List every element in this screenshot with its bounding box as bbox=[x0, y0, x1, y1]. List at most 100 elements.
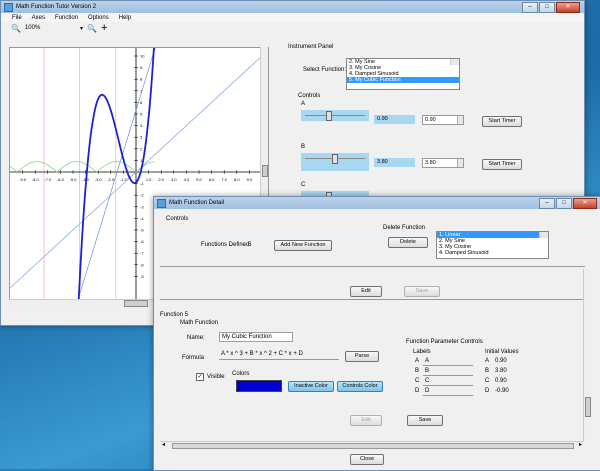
control-a-start-timer-button[interactable]: Start Timer bbox=[482, 116, 522, 127]
scroll-right-icon[interactable]: ▸ bbox=[579, 441, 582, 448]
select-function-list[interactable]: 2. My Sine 3. My Cosine 4. Damped Sinuso… bbox=[346, 58, 460, 90]
function-color-swatch[interactable] bbox=[236, 380, 282, 392]
close-icon[interactable]: ✕ bbox=[573, 198, 597, 209]
param-label-underline bbox=[423, 375, 473, 376]
y-tick-label: 10 bbox=[140, 54, 145, 59]
y-tick-label: -8 bbox=[140, 262, 144, 267]
save-button[interactable]: Save bbox=[404, 286, 440, 297]
x-tick-label: 9.0 bbox=[247, 177, 253, 182]
slider-thumb[interactable] bbox=[326, 111, 333, 121]
x-tick-label: -8.0 bbox=[32, 177, 40, 182]
param-label-underline bbox=[423, 385, 473, 386]
param-b-initial-value: 3.80 bbox=[495, 368, 507, 374]
math-function-label: Math Function bbox=[180, 320, 219, 326]
parse-button[interactable]: Parse bbox=[345, 351, 379, 362]
maximize-icon[interactable]: □ bbox=[539, 2, 555, 13]
visible-checkbox[interactable]: ✓ bbox=[196, 373, 204, 381]
detail-hscroll-thumb[interactable] bbox=[172, 443, 574, 449]
visible-label: Visible bbox=[207, 374, 225, 380]
sine-curve bbox=[10, 161, 155, 173]
maximize-icon[interactable]: □ bbox=[556, 198, 572, 209]
param-d-label-value: D bbox=[425, 388, 430, 394]
x-tick-label: 5.0 bbox=[196, 177, 202, 182]
zoom-in-icon[interactable]: 🔍 bbox=[87, 24, 97, 33]
functions-defined-label: Functions Defined: bbox=[201, 242, 252, 248]
param-c-initial-name: C bbox=[485, 378, 490, 384]
menu-file[interactable]: File bbox=[12, 15, 22, 21]
delete-button[interactable]: Delete bbox=[388, 237, 428, 248]
graph-vscroll-thumb[interactable] bbox=[262, 165, 268, 177]
slider-thumb[interactable] bbox=[331, 154, 338, 164]
y-tick-label: 2 bbox=[140, 146, 143, 151]
labels-header: Labels bbox=[413, 349, 431, 355]
param-c-name: C bbox=[415, 378, 420, 384]
menu-help[interactable]: Help bbox=[119, 15, 131, 21]
chevron-down-icon: ▾ bbox=[79, 25, 83, 32]
function-option-selected[interactable]: 5. My Cubic Function bbox=[347, 77, 459, 83]
control-b-start-timer-button[interactable]: Start Timer bbox=[482, 159, 522, 170]
detail-hscroll[interactable]: ◂ ▸ bbox=[160, 441, 584, 449]
initial-values-header: Initial Values bbox=[485, 349, 519, 355]
control-b-value: 3.80 bbox=[374, 158, 415, 167]
select-function-label: Select Function: bbox=[303, 67, 347, 73]
x-tick-label: -6.0 bbox=[57, 177, 65, 182]
y-tick-label: -9 bbox=[140, 274, 144, 279]
param-label-underline bbox=[423, 395, 473, 396]
inactive-linear-curve bbox=[77, 48, 156, 300]
add-new-function-button[interactable]: Add New Function bbox=[274, 240, 332, 251]
detail-title: Math Function Detail bbox=[169, 200, 225, 206]
y-tick-label: -3 bbox=[140, 204, 144, 209]
colors-label: Colors bbox=[232, 371, 250, 377]
formula-label: Formula bbox=[182, 355, 205, 361]
param-b-name: B bbox=[415, 368, 420, 374]
delete-option[interactable]: 4. Damped Sinusoid bbox=[437, 250, 548, 256]
edit-button-2[interactable]: Edit bbox=[350, 415, 382, 426]
minimize-icon[interactable]: – bbox=[522, 2, 538, 13]
detail-controls-label: Controls bbox=[166, 216, 189, 222]
menu-axes[interactable]: Axes bbox=[32, 15, 45, 21]
y-tick-label: -7 bbox=[140, 251, 144, 256]
menu-function[interactable]: Function bbox=[55, 15, 78, 21]
tutor-titlebar[interactable]: Math Function Tutor Version 2 – □ ✕ bbox=[1, 1, 584, 13]
control-b-stepper[interactable]: 3.80 bbox=[422, 158, 464, 168]
close-button[interactable]: Close bbox=[350, 454, 384, 465]
crosshair-icon[interactable]: + bbox=[101, 23, 107, 34]
delete-function-list[interactable]: 1. Linear 2. My Sine 3. My Cosine 4. Dam… bbox=[436, 231, 549, 259]
menu-options[interactable]: Options bbox=[88, 15, 109, 21]
inactive-color-button[interactable]: Inactive Color bbox=[288, 381, 334, 392]
scroll-left-icon[interactable]: ◂ bbox=[162, 441, 165, 448]
function-list-scrollbar[interactable] bbox=[450, 59, 459, 65]
zoom-out-icon[interactable]: 🔍 bbox=[11, 24, 21, 33]
x-tick-label: -2.0 bbox=[107, 177, 115, 182]
edit-button[interactable]: Edit bbox=[350, 286, 382, 297]
delete-list-scrollbar[interactable] bbox=[539, 232, 548, 238]
param-a-name: A bbox=[415, 358, 420, 364]
save-button-2[interactable]: Save bbox=[407, 415, 443, 426]
close-icon[interactable]: ✕ bbox=[556, 2, 580, 13]
y-tick-label: 9 bbox=[140, 65, 143, 70]
controls-label: Controls bbox=[298, 93, 321, 99]
control-a-slider[interactable] bbox=[301, 110, 369, 121]
controls-color-button[interactable]: Controls Color bbox=[337, 381, 383, 392]
control-a-stepper[interactable]: 0.90 bbox=[422, 115, 464, 125]
name-field[interactable]: My Cubic Function bbox=[219, 332, 293, 342]
previous-function-panel-edge: Edit Save bbox=[160, 269, 584, 300]
x-tick-label: 6.0 bbox=[209, 177, 215, 182]
minimize-icon[interactable]: – bbox=[539, 198, 555, 209]
param-b-initial-name: B bbox=[485, 368, 490, 374]
toolbar: 🔍 100% ▾ 🔍 + bbox=[1, 22, 584, 34]
param-b-label-value: B bbox=[425, 368, 430, 374]
control-b-slider[interactable] bbox=[301, 153, 369, 171]
x-tick-label: -3.0 bbox=[95, 177, 103, 182]
detail-vscroll-thumb[interactable] bbox=[585, 397, 591, 417]
detail-vscroll[interactable] bbox=[583, 269, 591, 441]
formula-value: A * x ^ 3 + B * x ^ 2 + C * x + D bbox=[221, 351, 303, 357]
x-tick-label: 2.0 bbox=[158, 177, 164, 182]
zoom-select[interactable]: 100% ▾ bbox=[25, 25, 83, 32]
slider-track bbox=[305, 115, 365, 116]
graph-hscroll-thumb[interactable] bbox=[124, 300, 148, 307]
detail-titlebar[interactable]: Math Function Detail – □ ✕ bbox=[154, 197, 600, 209]
y-tick-label: -6 bbox=[140, 239, 144, 244]
x-tick-label: 8.0 bbox=[234, 177, 240, 182]
menubar: File Axes Function Options Help bbox=[1, 13, 584, 22]
